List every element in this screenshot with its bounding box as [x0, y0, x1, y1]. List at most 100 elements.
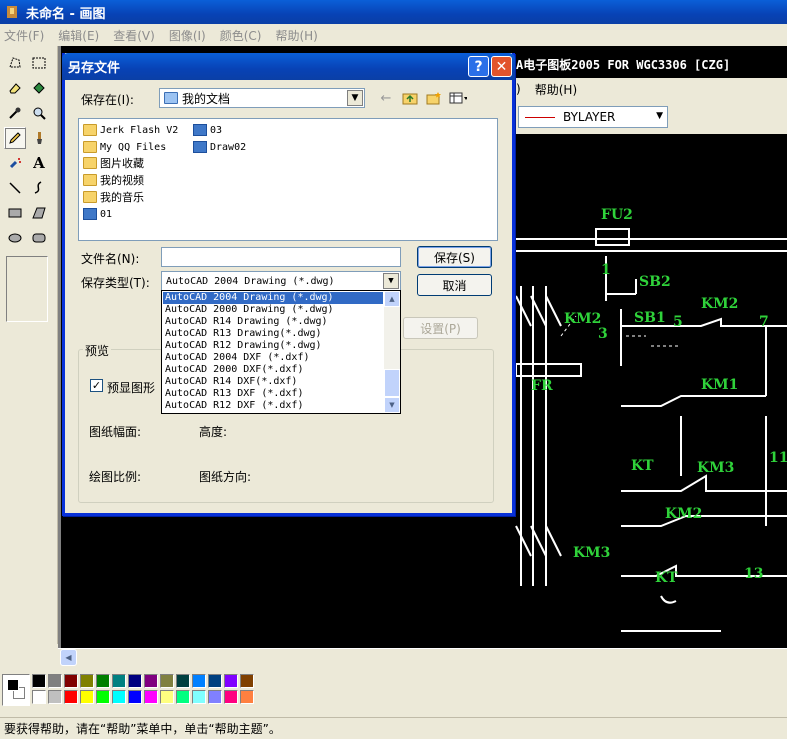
list-item[interactable]: 01: [83, 206, 112, 222]
filetype-select[interactable]: AutoCAD 2004 Drawing (*.dwg) ▼: [161, 271, 401, 291]
color-swatch[interactable]: [224, 690, 238, 704]
filetype-option[interactable]: AutoCAD 2004 DXF (*.dxf): [163, 352, 383, 364]
color-swatch[interactable]: [144, 690, 158, 704]
color-swatch[interactable]: [80, 690, 94, 704]
new-folder-icon[interactable]: [425, 89, 443, 107]
color-swatch[interactable]: [48, 674, 62, 688]
dropdown-scrollbar[interactable]: ▲ ▼: [384, 291, 400, 413]
color-swatch[interactable]: [32, 674, 46, 688]
diagram-label: KM1: [701, 377, 738, 393]
filetype-option[interactable]: AutoCAD R12 DXF (*.dxf): [163, 400, 383, 412]
filetype-option[interactable]: AutoCAD R14 DXF(*.dxf): [163, 376, 383, 388]
foreground-color[interactable]: [7, 679, 19, 691]
diagram-label: SB2: [639, 274, 671, 290]
menu-help[interactable]: 帮助(H): [275, 27, 317, 44]
color-swatch[interactable]: [128, 674, 142, 688]
scroll-thumb[interactable]: [384, 369, 400, 397]
color-swatch[interactable]: [192, 674, 206, 688]
save-button[interactable]: 保存(S): [417, 246, 492, 268]
ellipse-icon[interactable]: [4, 227, 26, 249]
color-swatch[interactable]: [240, 674, 254, 688]
filetype-option[interactable]: AutoCAD R12 Drawing(*.dwg): [163, 340, 383, 352]
preview-checkbox[interactable]: ✓: [90, 379, 103, 392]
help-icon[interactable]: ?: [468, 56, 489, 77]
menu-image[interactable]: 图像(I): [169, 27, 206, 44]
color-swatch[interactable]: [208, 690, 222, 704]
color-swatch[interactable]: [128, 690, 142, 704]
tool-options-box[interactable]: [6, 256, 48, 322]
filetype-option[interactable]: AutoCAD 2004 Drawing (*.dwg): [163, 292, 383, 304]
color-swatch[interactable]: [176, 690, 190, 704]
color-swatch[interactable]: [64, 690, 78, 704]
color-swatch[interactable]: [224, 674, 238, 688]
filetype-dropdown-list[interactable]: AutoCAD 2004 Drawing (*.dwg) AutoCAD 2000…: [161, 290, 401, 414]
eraser-icon[interactable]: [4, 77, 26, 99]
list-item[interactable]: My QQ Files: [83, 139, 166, 155]
current-colors[interactable]: [2, 674, 30, 706]
list-item[interactable]: 图片收藏: [83, 155, 144, 171]
scroll-left-icon[interactable]: ◀: [60, 649, 77, 666]
pencil-icon[interactable]: [4, 127, 26, 149]
menu-file[interactable]: 文件(F): [4, 27, 44, 44]
color-swatch[interactable]: [32, 690, 46, 704]
close-icon[interactable]: ✕: [491, 56, 512, 77]
cancel-button[interactable]: 取消: [417, 274, 492, 296]
color-swatch[interactable]: [64, 674, 78, 688]
view-menu-icon[interactable]: [449, 89, 467, 107]
filename-input[interactable]: [161, 247, 401, 267]
rounded-rect-icon[interactable]: [28, 227, 50, 249]
line-icon[interactable]: [4, 177, 26, 199]
horizontal-scrollbar[interactable]: ◀: [58, 648, 787, 666]
filetype-option[interactable]: AutoCAD 2000 DXF(*.dxf): [163, 364, 383, 376]
scroll-down-icon[interactable]: ▼: [384, 397, 400, 413]
list-item[interactable]: 我的视频: [83, 172, 144, 188]
rect-select-icon[interactable]: [28, 52, 50, 74]
color-swatch[interactable]: [48, 690, 62, 704]
color-picker-icon[interactable]: [4, 102, 26, 124]
rectangle-icon[interactable]: [4, 202, 26, 224]
color-swatch[interactable]: [160, 690, 174, 704]
airbrush-icon[interactable]: [4, 152, 26, 174]
filetype-option[interactable]: AutoCAD R14 Drawing (*.dwg): [163, 316, 383, 328]
diagram-label: KM3: [573, 545, 610, 561]
back-arrow-icon[interactable]: ←: [377, 89, 395, 107]
cad-menu-help[interactable]: 帮助(H): [535, 81, 577, 98]
color-swatch[interactable]: [240, 690, 254, 704]
file-list[interactable]: Jerk Flash V2 My QQ Files 图片收藏 我的视频 我的音乐…: [78, 118, 498, 241]
color-swatch[interactable]: [160, 674, 174, 688]
color-swatch[interactable]: [96, 690, 110, 704]
orientation-label: 图纸方向:: [199, 470, 252, 484]
color-swatch[interactable]: [176, 674, 190, 688]
color-swatch[interactable]: [112, 690, 126, 704]
diagram-label: 7: [759, 314, 769, 330]
color-swatch[interactable]: [144, 674, 158, 688]
linetype-select[interactable]: BYLAYER ▼: [518, 106, 668, 128]
free-select-icon[interactable]: [4, 52, 26, 74]
filetype-option[interactable]: AutoCAD R13 Drawing(*.dwg): [163, 328, 383, 340]
filetype-option[interactable]: AutoCAD 2000 Drawing (*.dwg): [163, 304, 383, 316]
up-folder-icon[interactable]: [401, 89, 419, 107]
magnifier-icon[interactable]: [28, 102, 50, 124]
color-swatch[interactable]: [112, 674, 126, 688]
menu-edit[interactable]: 编辑(E): [58, 27, 99, 44]
diagram-label: KT: [655, 570, 678, 586]
polygon-icon[interactable]: [28, 202, 50, 224]
list-item[interactable]: 我的音乐: [83, 189, 144, 205]
menu-colors[interactable]: 颜色(C): [220, 27, 262, 44]
list-item[interactable]: Jerk Flash V2: [83, 122, 178, 138]
scroll-up-icon[interactable]: ▲: [384, 291, 400, 307]
fill-icon[interactable]: [28, 77, 50, 99]
filetype-option[interactable]: AutoCAD R13 DXF (*.dxf): [163, 388, 383, 400]
settings-button[interactable]: 设置(P): [403, 317, 478, 339]
curve-icon[interactable]: [28, 177, 50, 199]
menu-view[interactable]: 查看(V): [113, 27, 155, 44]
color-swatch[interactable]: [96, 674, 110, 688]
color-swatch[interactable]: [192, 690, 206, 704]
color-swatch[interactable]: [208, 674, 222, 688]
save-in-select[interactable]: 我的文档 ▼: [159, 88, 365, 108]
list-item[interactable]: Draw02: [193, 139, 246, 155]
text-icon[interactable]: A: [28, 152, 50, 174]
brush-icon[interactable]: [28, 127, 50, 149]
list-item[interactable]: 03: [193, 122, 222, 138]
color-swatch[interactable]: [80, 674, 94, 688]
